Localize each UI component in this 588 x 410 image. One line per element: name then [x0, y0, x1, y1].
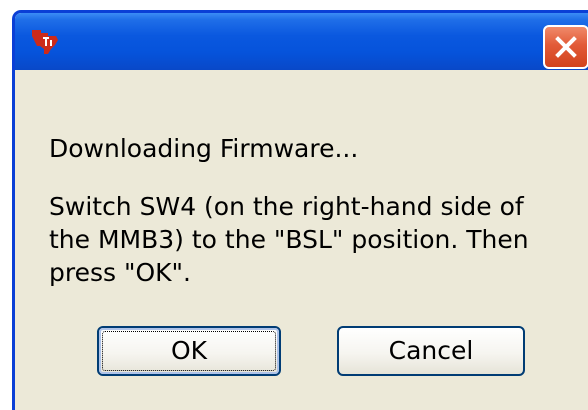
- close-icon: [555, 36, 577, 58]
- cancel-button[interactable]: Cancel: [337, 326, 525, 376]
- dialog-content: Downloading Firmware... Switch SW4 (on t…: [15, 70, 588, 410]
- title-bar[interactable]: [15, 13, 588, 70]
- instruction-line: Switch SW4 (on the right-hand side of: [49, 192, 524, 221]
- ok-button-label: OK: [170, 336, 208, 365]
- cancel-button-label: Cancel: [388, 336, 474, 365]
- instruction-text: Switch SW4 (on the right-hand side of th…: [49, 190, 529, 289]
- status-message: Downloading Firmware...: [49, 134, 359, 163]
- instruction-line: the MMB3) to the "BSL" position. Then: [49, 225, 529, 254]
- ok-button[interactable]: OK: [97, 326, 281, 376]
- dialog-window: Downloading Firmware... Switch SW4 (on t…: [12, 10, 588, 410]
- close-button[interactable]: [543, 25, 588, 69]
- instruction-line: press "OK".: [49, 258, 191, 287]
- texas-instruments-logo-icon: [32, 30, 58, 54]
